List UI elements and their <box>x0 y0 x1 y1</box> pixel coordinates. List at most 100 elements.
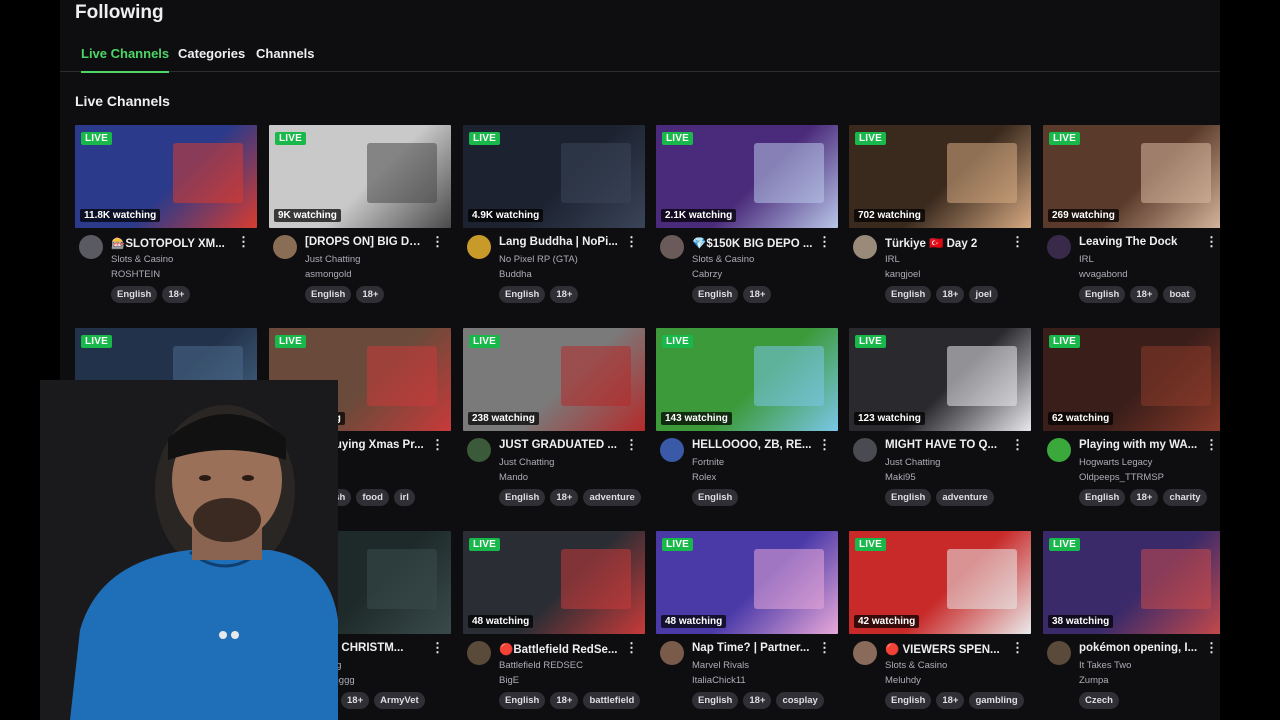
stream-thumbnail[interactable]: LIVE 11.8K watching <box>75 125 257 228</box>
more-options-icon[interactable]: ⋮ <box>1011 640 1024 656</box>
tag-chip[interactable]: charity <box>1163 489 1207 506</box>
channel-avatar[interactable] <box>467 438 491 462</box>
tag-chip[interactable]: 18+ <box>162 286 191 303</box>
stream-category[interactable]: Marvel Rivals <box>692 660 749 671</box>
more-options-icon[interactable]: ⋮ <box>818 234 831 250</box>
tag-chip[interactable]: gambling <box>969 692 1024 709</box>
stream-thumbnail[interactable]: LIVE 2.1K watching <box>656 125 838 228</box>
channel-name[interactable]: Rolex <box>692 472 716 483</box>
stream-thumbnail[interactable]: LIVE 48 watching <box>656 531 838 634</box>
stream-card[interactable]: LIVE 38 watching pokémon opening, I... ⋮ It … <box>1043 531 1220 711</box>
stream-thumbnail[interactable]: LIVE 38 watching <box>1043 531 1220 634</box>
tag-chip[interactable]: boat <box>1163 286 1196 303</box>
stream-thumbnail[interactable]: LIVE 62 watching <box>1043 328 1220 431</box>
channel-avatar[interactable] <box>1047 235 1071 259</box>
more-options-icon[interactable]: ⋮ <box>625 640 638 656</box>
stream-title[interactable]: Leaving The Dock <box>1079 236 1201 248</box>
tag-chip[interactable]: adventure <box>936 489 994 506</box>
more-options-icon[interactable]: ⋮ <box>1205 437 1218 453</box>
stream-category[interactable]: Battlefield REDSEC <box>499 660 583 671</box>
stream-category[interactable]: Just Chatting <box>305 254 360 265</box>
channel-avatar[interactable] <box>467 235 491 259</box>
tag-chip[interactable]: joel <box>969 286 998 303</box>
stream-card[interactable]: LIVE 123 watching MIGHT HAVE TO Q... ⋮ Just … <box>849 328 1031 508</box>
tab-categories[interactable]: Categories <box>178 46 245 61</box>
stream-card[interactable]: LIVE 9K watching [DROPS ON] BIG DA... ⋮ Just… <box>269 125 451 305</box>
stream-thumbnail[interactable]: LIVE 123 watching <box>849 328 1031 431</box>
stream-title[interactable]: Türkiye 🇹🇷 Day 2 <box>885 236 1007 250</box>
stream-category[interactable]: IRL <box>885 254 900 265</box>
stream-title[interactable]: HELLOOOO, ZB, RE... <box>692 439 814 451</box>
more-options-icon[interactable]: ⋮ <box>818 437 831 453</box>
tag-chip[interactable]: 18+ <box>1130 286 1159 303</box>
stream-card[interactable]: LIVE 62 watching Playing with my WA... ⋮ Hog… <box>1043 328 1220 508</box>
channel-name[interactable]: Oldpeeps_TTRMSP <box>1079 472 1164 483</box>
channel-avatar[interactable] <box>660 438 684 462</box>
tab-live-channels[interactable]: Live Channels <box>81 46 170 73</box>
channel-name[interactable]: Maki95 <box>885 472 916 483</box>
tag-chip[interactable]: food <box>356 489 389 506</box>
more-options-icon[interactable]: ⋮ <box>431 234 444 250</box>
stream-card[interactable]: LIVE 269 watching Leaving The Dock ⋮ IRL wvag… <box>1043 125 1220 305</box>
stream-thumbnail[interactable]: LIVE 42 watching <box>849 531 1031 634</box>
channel-name[interactable]: ROSHTEIN <box>111 269 160 280</box>
tag-chip[interactable]: English <box>692 692 739 709</box>
stream-thumbnail[interactable]: LIVE 4.9K watching <box>463 125 645 228</box>
tag-chip[interactable]: 18+ <box>936 286 965 303</box>
channel-avatar[interactable] <box>853 438 877 462</box>
tag-chip[interactable]: 18+ <box>550 692 579 709</box>
tag-chip[interactable]: English <box>305 286 352 303</box>
channel-avatar[interactable] <box>79 235 103 259</box>
channel-avatar[interactable] <box>467 641 491 665</box>
stream-category[interactable]: Just Chatting <box>885 457 940 468</box>
stream-thumbnail[interactable]: LIVE 238 watching <box>463 328 645 431</box>
stream-thumbnail[interactable]: LIVE 143 watching <box>656 328 838 431</box>
stream-card[interactable]: LIVE 48 watching 🔴Battlefield RedSe... ⋮ Bat… <box>463 531 645 711</box>
more-options-icon[interactable]: ⋮ <box>431 437 444 453</box>
tag-chip[interactable]: English <box>885 286 932 303</box>
stream-thumbnail[interactable]: LIVE 269 watching <box>1043 125 1220 228</box>
tab-channels[interactable]: Channels <box>256 46 315 61</box>
channel-avatar[interactable] <box>1047 438 1071 462</box>
tag-chip[interactable]: English <box>499 286 546 303</box>
stream-card[interactable]: LIVE 2.1K watching 💎$150K BIG DEPO ... ⋮ Slo… <box>656 125 838 305</box>
stream-title[interactable]: JUST GRADUATED ... <box>499 439 621 451</box>
channel-avatar[interactable] <box>660 235 684 259</box>
more-options-icon[interactable]: ⋮ <box>1205 234 1218 250</box>
stream-title[interactable]: Lang Buddha | NoPi... <box>499 236 621 248</box>
stream-category[interactable]: It Takes Two <box>1079 660 1131 671</box>
tag-chip[interactable]: English <box>885 489 932 506</box>
stream-title[interactable]: Playing with my WA... <box>1079 439 1201 451</box>
tag-chip[interactable]: ArmyVet <box>374 692 425 709</box>
tag-chip[interactable]: English <box>499 692 546 709</box>
channel-name[interactable]: wvagabond <box>1079 269 1128 280</box>
channel-avatar[interactable] <box>660 641 684 665</box>
more-options-icon[interactable]: ⋮ <box>431 640 444 656</box>
channel-avatar[interactable] <box>853 641 877 665</box>
stream-card[interactable]: LIVE 143 watching HELLOOOO, ZB, RE... ⋮ Fort… <box>656 328 838 508</box>
tag-chip[interactable]: English <box>885 692 932 709</box>
tag-chip[interactable]: 18+ <box>356 286 385 303</box>
tag-chip[interactable]: cosplay <box>776 692 824 709</box>
channel-name[interactable]: Meluhdy <box>885 675 921 686</box>
tag-chip[interactable]: English <box>1079 489 1126 506</box>
stream-card[interactable]: LIVE 702 watching Türkiye 🇹🇷 Day 2 ⋮ IRL kang… <box>849 125 1031 305</box>
channel-name[interactable]: Zumpa <box>1079 675 1109 686</box>
tag-chip[interactable]: 18+ <box>341 692 370 709</box>
tag-chip[interactable]: 18+ <box>743 692 772 709</box>
channel-name[interactable]: kangjoel <box>885 269 920 280</box>
stream-title[interactable]: 🎰SLOTOPOLY XM... <box>111 236 233 250</box>
stream-card[interactable]: LIVE 48 watching Nap Time? | Partner... ⋮ Ma… <box>656 531 838 711</box>
stream-title[interactable]: MIGHT HAVE TO Q... <box>885 439 1007 451</box>
tag-chip[interactable]: 18+ <box>550 286 579 303</box>
tag-chip[interactable]: Czech <box>1079 692 1119 709</box>
tag-chip[interactable]: 18+ <box>743 286 772 303</box>
channel-name[interactable]: Cabrzy <box>692 269 722 280</box>
tag-chip[interactable]: adventure <box>583 489 641 506</box>
tag-chip[interactable]: English <box>111 286 158 303</box>
stream-title[interactable]: Nap Time? | Partner... <box>692 642 814 654</box>
stream-title[interactable]: 🔴Battlefield RedSe... <box>499 642 621 656</box>
stream-category[interactable]: No Pixel RP (GTA) <box>499 254 578 265</box>
stream-category[interactable]: Just Chatting <box>499 457 554 468</box>
stream-category[interactable]: Slots & Casino <box>692 254 754 265</box>
